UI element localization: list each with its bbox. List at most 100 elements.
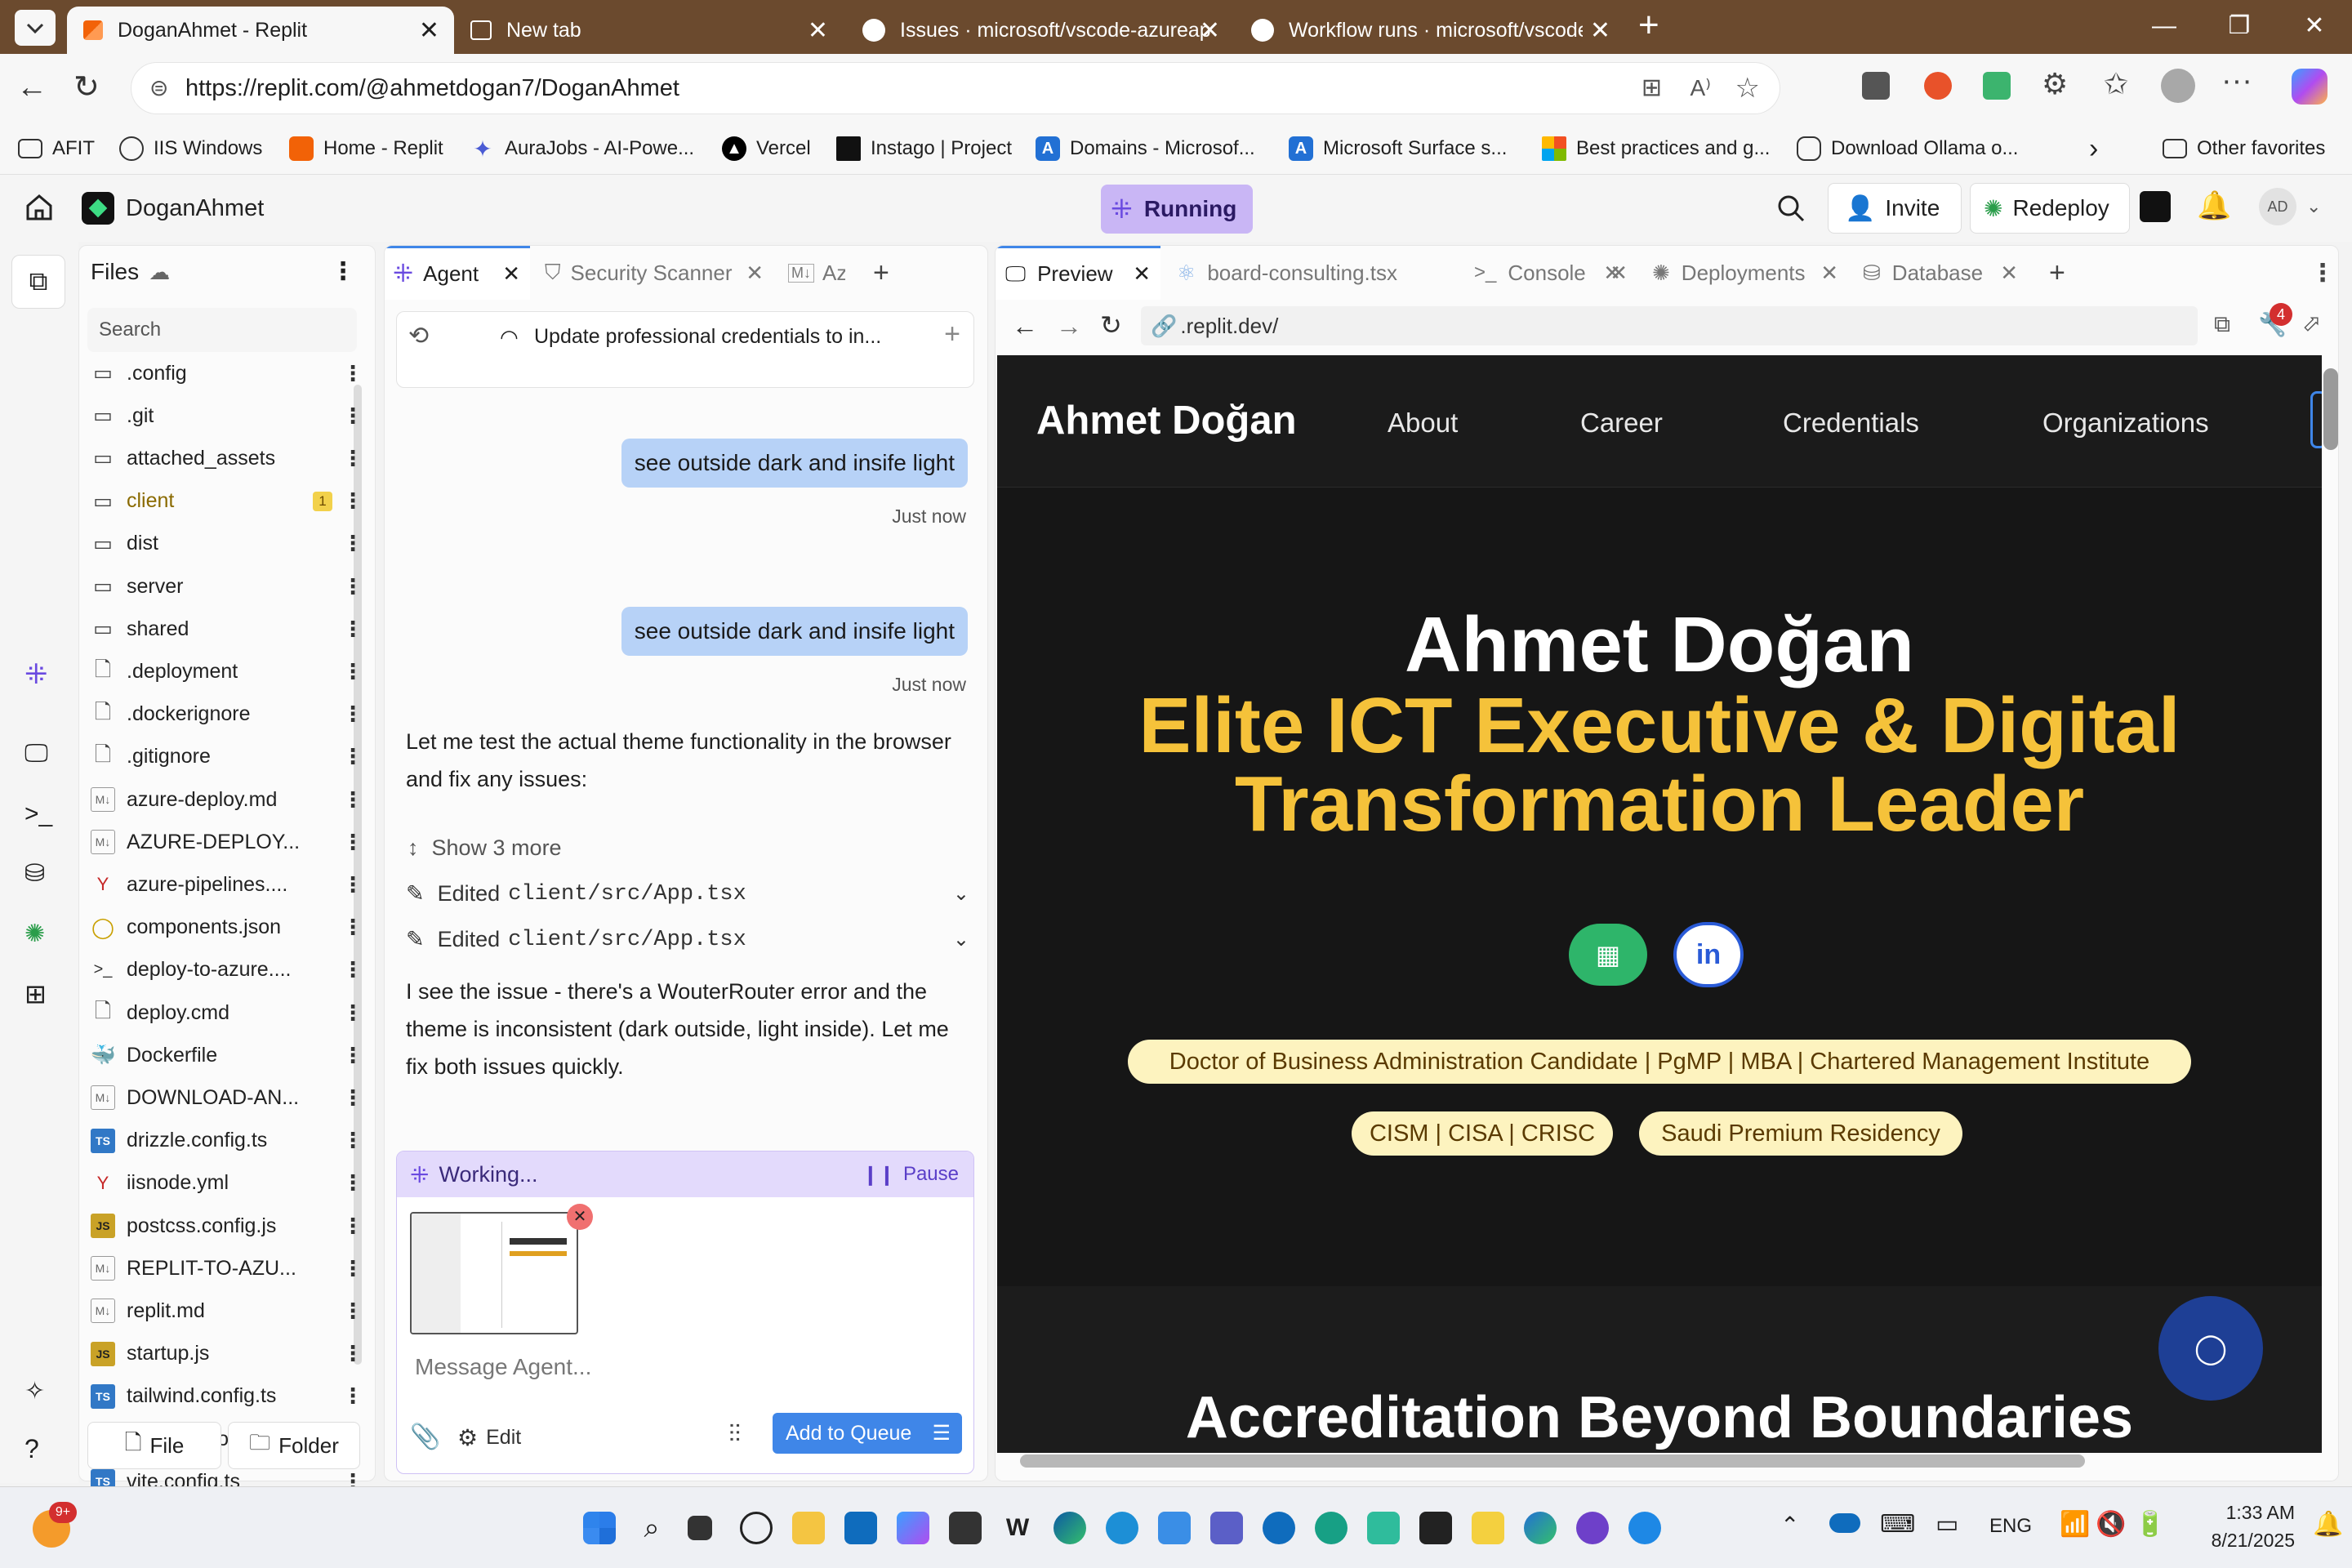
chat-widget-button[interactable]: ◯ [2158, 1296, 2263, 1401]
folder-item[interactable]: ▭ server ⋮ [91, 570, 368, 603]
search-icon[interactable]: ⌕ [635, 1512, 668, 1544]
more-menu-icon[interactable]: ··· [2221, 64, 2252, 99]
language-indicator[interactable]: ENG [1989, 1515, 2032, 1538]
file-tree-icon[interactable]: ⧉ [11, 255, 65, 309]
onedrive-tray-icon[interactable] [1829, 1513, 1860, 1533]
file-item[interactable]: 🐳 Dockerfile ⋮ [90, 1039, 368, 1071]
tab-agent[interactable]: ⁜ Agent ✕ [385, 246, 530, 300]
photos-app-icon[interactable] [949, 1512, 982, 1544]
back-icon[interactable]: ← [16, 70, 47, 105]
show-more-button[interactable]: ↕ Show 3 more [408, 835, 562, 861]
file-menu-icon[interactable]: ⋮ [342, 361, 363, 386]
bookmark-aurajobs[interactable]: ✦ AuraJobs - AI-Powe... [470, 134, 694, 163]
app-blue-icon[interactable] [1628, 1512, 1661, 1544]
folder-item[interactable]: ▭ shared ⋮ [91, 612, 368, 645]
apps-grid-icon[interactable]: ⊞ [24, 978, 54, 1009]
file-item[interactable]: JS startup.js ⋮ [91, 1338, 368, 1370]
browser-tab-workflows[interactable]: Workflow runs · microsoft/vscode ✕ [1235, 7, 1625, 54]
file-menu-icon[interactable]: ⋮ [342, 744, 363, 769]
clock-date[interactable]: 8/21/2025 [2172, 1530, 2295, 1552]
chatgpt-icon[interactable] [740, 1512, 773, 1544]
pause-button[interactable]: ❙❙ Pause [862, 1163, 959, 1187]
message-input[interactable]: Message Agent... [415, 1354, 591, 1380]
tab-database[interactable]: ⛁ Database ✕ [1851, 246, 2028, 300]
file-menu-icon[interactable]: ⋮ [342, 617, 363, 642]
linkedin-button[interactable]: in [1673, 922, 1744, 987]
nav-credentials[interactable]: Credentials [1783, 408, 1919, 439]
help-icon[interactable]: ? [24, 1434, 54, 1463]
extension-screenshot-icon[interactable] [1862, 72, 1890, 100]
close-tab-icon[interactable]: ✕ [1820, 261, 1838, 286]
preview-reload-icon[interactable]: ↻ [1100, 310, 1122, 341]
close-tab-icon[interactable]: ✕ [1610, 261, 1628, 286]
file-item[interactable]: 🗋 deploy.cmd ⋮ [91, 996, 368, 1029]
attached-screenshot-thumbnail[interactable] [410, 1212, 578, 1334]
tray-overflow-icon[interactable]: ⌃ [1780, 1512, 1799, 1539]
file-item[interactable]: Yiisnode.yml ⋮ [91, 1167, 368, 1200]
deploy-menu-button[interactable] [2140, 191, 2171, 222]
file-menu-icon[interactable]: ⋮ [342, 1214, 363, 1239]
folder-item[interactable]: ▭ client 1 ⋮ [91, 485, 368, 518]
copilot-icon[interactable] [2292, 69, 2328, 105]
file-menu-icon[interactable]: ⋮ [342, 1383, 363, 1409]
file-item[interactable]: JS postcss.config.js ⋮ [91, 1209, 368, 1242]
file-item[interactable]: M↓ AZURE-DEPLOY... ⋮ [91, 826, 368, 858]
tab-deployments[interactable]: ✺ Deployments ✕ [1641, 246, 1848, 300]
other-favorites[interactable]: Other favorites [2163, 134, 2325, 163]
close-tab-icon[interactable]: ✕ [746, 261, 764, 286]
file-menu-icon[interactable]: ⋮ [342, 702, 363, 727]
running-status-button[interactable]: ⁜ Running [1101, 185, 1253, 234]
database-icon[interactable]: ⛁ [24, 859, 54, 889]
app-orange-icon[interactable] [1419, 1512, 1452, 1544]
file-menu-icon[interactable]: ⋮ [342, 659, 363, 684]
file-item[interactable]: M↓ azure-deploy.md ⋮ [91, 783, 368, 816]
notification-bell-icon[interactable]: 🔔 [2313, 1510, 2343, 1539]
file-menu-icon[interactable]: ⋮ [342, 1256, 363, 1281]
preview-url-field[interactable]: 🔗 .replit.dev/ [1141, 306, 2198, 345]
new-tab-button[interactable]: + [1638, 5, 1659, 46]
app-available-icon[interactable]: ⊞ [1642, 63, 1662, 114]
browser-tab-replit[interactable]: DoganAhmet - Replit ✕ [67, 7, 454, 54]
profile-avatar[interactable] [2161, 69, 2195, 103]
edit-entry[interactable]: ✎ Edited client/src/App.tsx ⌄ [406, 881, 969, 906]
close-tab-icon[interactable]: ✕ [502, 261, 520, 287]
edit-entry[interactable]: ✎ Edited client/src/App.tsx ⌄ [406, 927, 969, 952]
outlook-icon[interactable] [844, 1512, 877, 1544]
preview-menu-icon[interactable]: ⋮ [2310, 246, 2335, 300]
tab-security-scanner[interactable]: ⛉ Security Scanner ✕ [537, 246, 773, 300]
refresh-icon[interactable]: ↻ [74, 69, 100, 105]
files-menu-icon[interactable]: ⋮ [331, 257, 355, 286]
battery-icon[interactable]: 🔋 [2135, 1510, 2165, 1539]
start-icon[interactable] [583, 1512, 616, 1544]
settings-sliders-icon[interactable]: ⫶⫶ [728, 1421, 741, 1449]
site-brand[interactable]: Ahmet Doğan [1036, 398, 1297, 443]
file-item[interactable]: TS tailwind.config.ts ⋮ [91, 1380, 368, 1413]
file-menu-icon[interactable]: ⋮ [342, 1298, 363, 1324]
vscode-insiders-icon[interactable] [1315, 1512, 1348, 1544]
read-aloud-icon[interactable]: A⁾ [1690, 63, 1711, 114]
bookmark-iis[interactable]: IIS Windows [119, 134, 262, 163]
visual-studio-icon[interactable] [1367, 1512, 1400, 1544]
thread-title[interactable]: Update professional credentials to in... [534, 325, 881, 349]
devices-icon[interactable]: ⧉ [2214, 311, 2230, 338]
vscode-icon[interactable] [1106, 1512, 1138, 1544]
bookmark-vercel[interactable]: ▲ Vercel [722, 134, 811, 163]
attach-icon[interactable]: 📎 [410, 1423, 440, 1451]
folder-item[interactable]: ▭ .git ⋮ [91, 399, 368, 432]
extension-green-icon[interactable] [1983, 72, 2011, 100]
file-item[interactable]: 🗋 .gitignore ⋮ [91, 741, 368, 773]
file-menu-icon[interactable]: ⋮ [342, 531, 363, 556]
shell-icon[interactable]: >_ [24, 800, 54, 830]
bookmark-replit-home[interactable]: Home - Replit [289, 134, 443, 163]
nav-career[interactable]: Career [1580, 408, 1663, 439]
add-tab-button[interactable]: + [873, 246, 889, 300]
file-item[interactable]: M↓ REPLIT-TO-AZU... ⋮ [91, 1252, 368, 1285]
site-info-icon[interactable]: ⊜ [149, 63, 168, 114]
file-menu-icon[interactable]: ⋮ [342, 1000, 363, 1026]
preview-back-icon[interactable]: ← [1012, 311, 1038, 341]
file-item[interactable]: >_ deploy-to-azure.... ⋮ [91, 954, 368, 987]
file-menu-icon[interactable]: ⋮ [342, 957, 363, 982]
display-icon[interactable]: ▭ [1936, 1510, 1958, 1539]
file-explorer-icon[interactable] [792, 1512, 825, 1544]
keyboard-icon[interactable]: ⌨ [1880, 1510, 1915, 1539]
